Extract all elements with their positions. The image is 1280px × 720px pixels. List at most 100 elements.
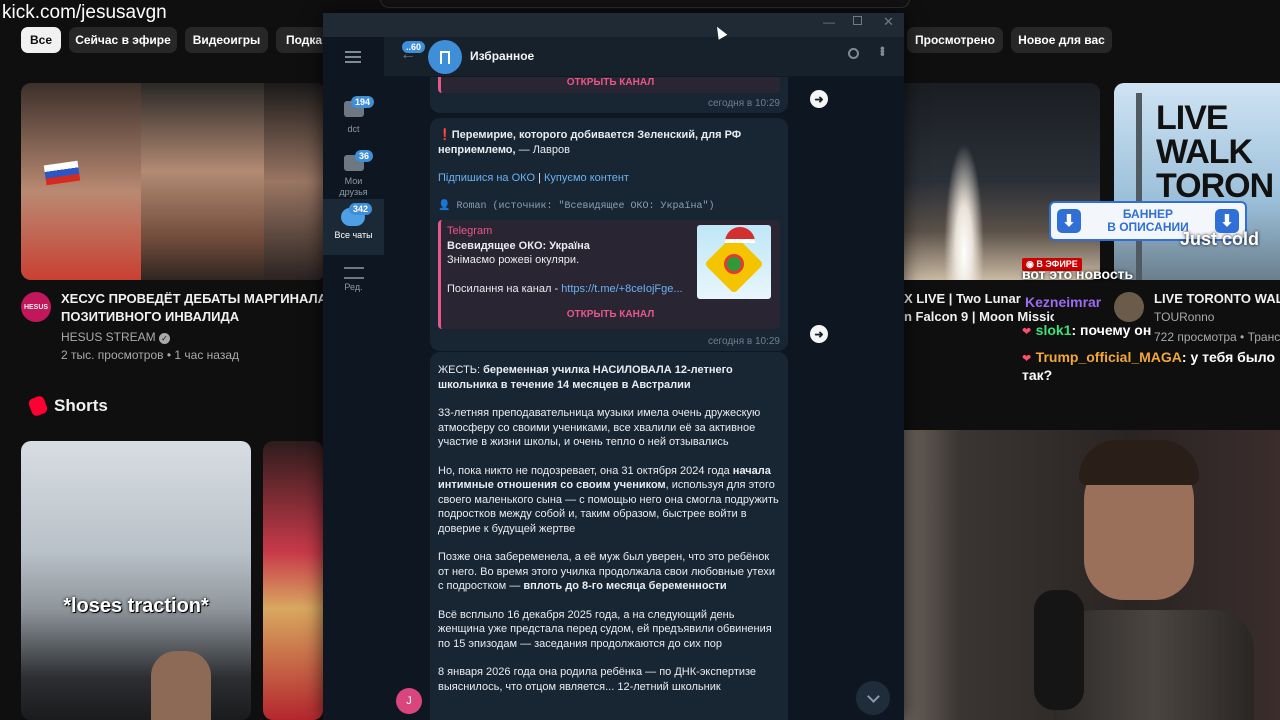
toronto-thumb-text: LIVE WALK TORON — [1156, 99, 1274, 205]
more-options-icon[interactable]: ••• — [875, 46, 891, 55]
message-2-paragraph-1: 33-летняя преподавательница музыки имела… — [438, 407, 761, 448]
message-2-paragraph-3: Позже она забеременела, а её муж был уве… — [438, 550, 780, 594]
close-icon[interactable]: ✕ — [883, 14, 894, 30]
youtube-search-bar[interactable] — [380, 0, 910, 8]
message-1-time: сегодня в 10:29 — [708, 336, 780, 347]
shorts-icon — [27, 394, 49, 418]
preview-link-label: Посилання на канал - — [447, 282, 562, 295]
message-2-headline-bold: беременная училка НАСИЛОВАЛА 12-летнего … — [438, 364, 733, 391]
channel-name-hesus[interactable]: HESUS STREAM ✓ — [61, 328, 171, 346]
chat-messages-area[interactable]: ОТКРЫТЬ КАНАЛ сегодня в 10:29 ➜ ❗Перемир… — [384, 77, 904, 720]
message-1-headline: ❗Перемирие, которого добивается Зеленски… — [438, 128, 780, 157]
chip-new-for-you[interactable]: Новое для вас — [1011, 27, 1112, 53]
chat-badge-icon: ❤ — [1022, 353, 1032, 365]
video-title-debate-1[interactable]: ХЕСУС ПРОВЕДЁТ ДЕБАТЫ МАРГИНАЛА — [61, 290, 323, 308]
video-title-debate-2[interactable]: ПОЗИТИВНОГО ИНВАЛИДА — [61, 308, 239, 326]
video-thumbnail-debate[interactable] — [21, 83, 326, 280]
video-meta-toronto: 722 просмотра • Трансл — [1154, 330, 1280, 344]
face-panel-middle — [141, 83, 264, 280]
sender-avatar[interactable]: J — [396, 688, 422, 714]
streamer-hair — [1079, 440, 1199, 485]
folder-sidebar: 194 dct 36 Мои друзья 342 Все чаты Ред. — [323, 37, 384, 720]
message-1-headline-text: Перемирие, которого добивается Зеленский… — [438, 129, 742, 156]
short-caption-text: *loses traction* — [63, 595, 209, 617]
video-meta-debate: 2 тыс. просмотров • 1 час назад — [61, 348, 240, 362]
video-thumbnail-rocket[interactable] — [904, 83, 1100, 280]
folder-dct[interactable]: 194 dct — [323, 91, 384, 137]
chip-all[interactable]: Все — [21, 27, 61, 53]
hamburger-menu-icon[interactable] — [345, 51, 361, 63]
chat-header: ← ..60 Избранное ••• — [384, 37, 904, 77]
streamer-webcam — [904, 430, 1280, 720]
video-title-toronto[interactable]: LIVE TORONTO WALK — [1154, 290, 1280, 308]
streamer-shirt — [1054, 610, 1254, 720]
folder-label-friends: Мои друзья — [339, 176, 368, 197]
santa-hat — [725, 227, 755, 243]
folder-badge-friends: 36 — [355, 150, 374, 162]
stream-chat-text-1: : почему он — [1071, 322, 1152, 338]
message-bubble-prev: ОТКРЫТЬ КАНАЛ сегодня в 10:29 — [430, 77, 788, 113]
preview-channel-link[interactable]: https://t.me/+8ceIojFge... — [561, 283, 682, 295]
scroll-down-button[interactable] — [856, 681, 890, 715]
chip-watched[interactable]: Просмотрено — [907, 27, 1003, 53]
short-thumbnail-food[interactable] — [263, 441, 323, 720]
p3-b: вплоть до 8-го месяца беременности — [523, 580, 727, 592]
banner-line-2: В ОПИСАНИИ — [1107, 220, 1189, 234]
maximize-icon[interactable] — [853, 16, 862, 25]
verified-icon: ✓ — [159, 333, 171, 344]
message-1-headline-tail: — Лавров — [515, 143, 570, 156]
message-2-paragraph-4: Всё всплыло 16 декабря 2025 года, а на с… — [438, 608, 772, 650]
forward-button[interactable]: ➜ — [810, 90, 828, 108]
folder-badge-dct: 194 — [351, 96, 375, 108]
open-channel-button-1[interactable]: ОТКРЫТЬ КАНАЛ — [447, 308, 774, 323]
subscribe-link[interactable]: Підпишися на ОКО — [438, 172, 535, 184]
message-2-paragraph-5: 8 января 2026 года она родила ребёнка — … — [438, 666, 757, 693]
forward-button[interactable]: ➜ — [810, 325, 828, 343]
bookmark-icon — [440, 50, 450, 64]
open-channel-button[interactable]: ОТКРЫТЬ КАНАЛ — [567, 77, 654, 88]
chat-title[interactable]: Избранное — [470, 49, 534, 63]
folder-edit[interactable]: Ред. — [323, 259, 384, 305]
driver-face — [151, 651, 211, 720]
shorts-section-header: Shorts — [27, 394, 108, 418]
chat-badge-icon: ❤ — [1022, 326, 1032, 338]
logo-eye — [724, 254, 744, 274]
video-title-rocket-1[interactable]: X LIVE | Two Lunar Missions — [904, 290, 1024, 308]
shorts-title: Shorts — [54, 396, 108, 415]
message-2-paragraph-2: Но, пока никто не подозревает, она 31 ок… — [438, 464, 780, 537]
folder-label-all: Все чаты — [334, 230, 373, 240]
telegram-window: — ✕ 194 dct 36 Мои друзья 342 Все чаты Р… — [323, 13, 904, 720]
message-time: сегодня в 10:29 — [708, 98, 780, 109]
back-unread-badge: ..60 — [402, 41, 426, 53]
chip-live-now[interactable]: Сейчас в эфире — [69, 27, 177, 53]
message-bubble-1: ❗Перемирие, которого добивается Зеленски… — [430, 118, 788, 351]
search-icon[interactable] — [848, 48, 859, 59]
download-arrow-icon-left: ⬇ — [1057, 209, 1081, 233]
folder-label-edit: Ред. — [344, 282, 363, 292]
chip-video-games[interactable]: Видеоигры — [185, 27, 268, 53]
buy-content-link[interactable]: Купуємо контент — [544, 172, 629, 184]
banner-text: БАННЕР В ОПИСАНИИ — [1107, 208, 1189, 234]
channel-name-text: HESUS STREAM — [61, 330, 156, 344]
signature-text: Roman (источник: "Всевидящее ОКО: Україн… — [456, 200, 715, 212]
folder-all-chats[interactable]: 342 Все чаты — [323, 199, 384, 255]
rocket-plume — [944, 143, 984, 280]
face-panel-left — [21, 83, 141, 280]
stream-chat-headline: вот это новость — [1022, 266, 1134, 282]
short-thumbnail-snow[interactable]: *loses traction* — [21, 441, 251, 720]
channel-name-toronto[interactable]: TOURonno — [1154, 308, 1214, 326]
window-titlebar[interactable]: — ✕ — [323, 13, 904, 37]
minimize-icon[interactable]: — — [823, 15, 835, 29]
channel-avatar-hesus[interactable]: HESUS — [21, 292, 51, 322]
microphone-icon — [1034, 590, 1084, 710]
exclamation-emoji: ❗ — [438, 129, 452, 141]
video-thumbnail-toronto[interactable]: LIVE WALK TORON — [1114, 83, 1280, 280]
link-preview-card[interactable]: Telegram Всевидящее ОКО: Україна Знімаєм… — [438, 220, 780, 329]
saved-messages-avatar[interactable] — [428, 40, 462, 74]
folder-my-friends[interactable]: 36 Мои друзья — [323, 145, 384, 201]
folder-label-dct: dct — [347, 124, 360, 134]
stream-chat-name-2: Trump_official_MAGA — [1035, 349, 1182, 365]
folder-badge-all: 342 — [349, 203, 373, 215]
edit-sliders-icon — [344, 267, 364, 279]
channel-avatar-toronto[interactable] — [1114, 292, 1144, 322]
